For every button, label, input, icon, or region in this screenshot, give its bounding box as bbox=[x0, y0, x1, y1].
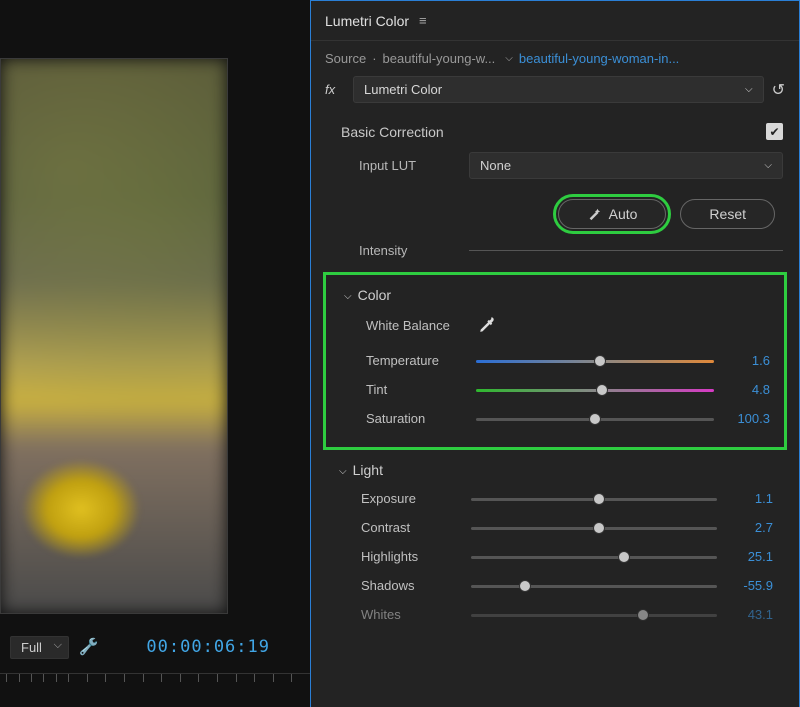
timecode-display[interactable]: 00:00:06:19 bbox=[146, 637, 270, 657]
eyedropper-icon[interactable] bbox=[478, 315, 496, 336]
source-label: Source bbox=[325, 51, 366, 66]
shadows-value[interactable]: -55.9 bbox=[725, 578, 777, 593]
fx-badge-icon[interactable]: fx bbox=[325, 82, 345, 97]
white-balance-label: White Balance bbox=[366, 318, 468, 333]
panel-title: Lumetri Color bbox=[325, 13, 409, 29]
resolution-select[interactable]: Full bbox=[10, 636, 69, 659]
contrast-label: Contrast bbox=[361, 520, 463, 535]
highlights-slider[interactable] bbox=[471, 550, 717, 564]
shadows-slider[interactable] bbox=[471, 579, 717, 593]
intensity-slider[interactable] bbox=[469, 250, 783, 251]
reset-effect-icon[interactable]: ↺ bbox=[772, 80, 785, 100]
intensity-label: Intensity bbox=[359, 243, 459, 258]
effect-name-label: Lumetri Color bbox=[364, 82, 442, 97]
exposure-slider[interactable] bbox=[471, 492, 717, 506]
basic-correction-header[interactable]: Basic Correction bbox=[341, 124, 444, 140]
input-lut-select[interactable]: None ⌵ bbox=[469, 152, 783, 179]
chevron-down-icon: ⌵ bbox=[745, 84, 753, 95]
tint-slider[interactable] bbox=[476, 383, 714, 397]
tint-label: Tint bbox=[366, 382, 468, 397]
color-group-header[interactable]: ⌵ Color bbox=[330, 285, 780, 309]
settings-wrench-icon[interactable]: 🔧 bbox=[79, 637, 99, 657]
master-clip-link[interactable]: beautiful-young-woman-in... bbox=[519, 51, 679, 66]
source-clip-name[interactable]: beautiful-young-w... bbox=[383, 51, 496, 66]
light-group-header[interactable]: ⌵ Light bbox=[339, 460, 783, 484]
saturation-slider[interactable] bbox=[476, 412, 714, 426]
lumetri-color-panel: Lumetri Color ≡ Source · beautiful-young… bbox=[310, 0, 800, 707]
saturation-label: Saturation bbox=[366, 411, 468, 426]
program-monitor bbox=[0, 58, 228, 614]
saturation-value[interactable]: 100.3 bbox=[722, 411, 774, 426]
contrast-slider[interactable] bbox=[471, 521, 717, 535]
temperature-label: Temperature bbox=[366, 353, 468, 368]
tint-value[interactable]: 4.8 bbox=[722, 382, 774, 397]
reset-button[interactable]: Reset bbox=[680, 199, 775, 229]
timeline-ruler[interactable] bbox=[0, 673, 310, 687]
exposure-label: Exposure bbox=[361, 491, 463, 506]
temperature-value[interactable]: 1.6 bbox=[722, 353, 774, 368]
input-lut-label: Input LUT bbox=[359, 158, 459, 173]
whites-slider[interactable] bbox=[471, 608, 717, 622]
highlights-value[interactable]: 25.1 bbox=[725, 549, 777, 564]
exposure-value[interactable]: 1.1 bbox=[725, 491, 777, 506]
color-group-highlighted: ⌵ Color White Balance Temperature 1.6 Ti… bbox=[323, 272, 787, 450]
panel-menu-icon[interactable]: ≡ bbox=[419, 13, 427, 28]
whites-label: Whites bbox=[361, 607, 463, 622]
chevron-down-icon: ⌵ bbox=[344, 291, 352, 302]
contrast-value[interactable]: 2.7 bbox=[725, 520, 777, 535]
auto-button[interactable]: Auto bbox=[558, 199, 667, 229]
highlights-label: Highlights bbox=[361, 549, 463, 564]
whites-value[interactable]: 43.1 bbox=[725, 607, 777, 622]
basic-correction-toggle[interactable]: ✔ bbox=[766, 123, 783, 140]
wand-icon bbox=[587, 207, 601, 221]
chevron-down-icon: ⌵ bbox=[339, 466, 347, 477]
temperature-slider[interactable] bbox=[476, 354, 714, 368]
chevron-down-icon: ⌵ bbox=[764, 160, 772, 171]
chevron-down-icon[interactable]: ⌵ bbox=[505, 53, 513, 64]
effect-name-select[interactable]: Lumetri Color ⌵ bbox=[353, 76, 764, 103]
shadows-label: Shadows bbox=[361, 578, 463, 593]
